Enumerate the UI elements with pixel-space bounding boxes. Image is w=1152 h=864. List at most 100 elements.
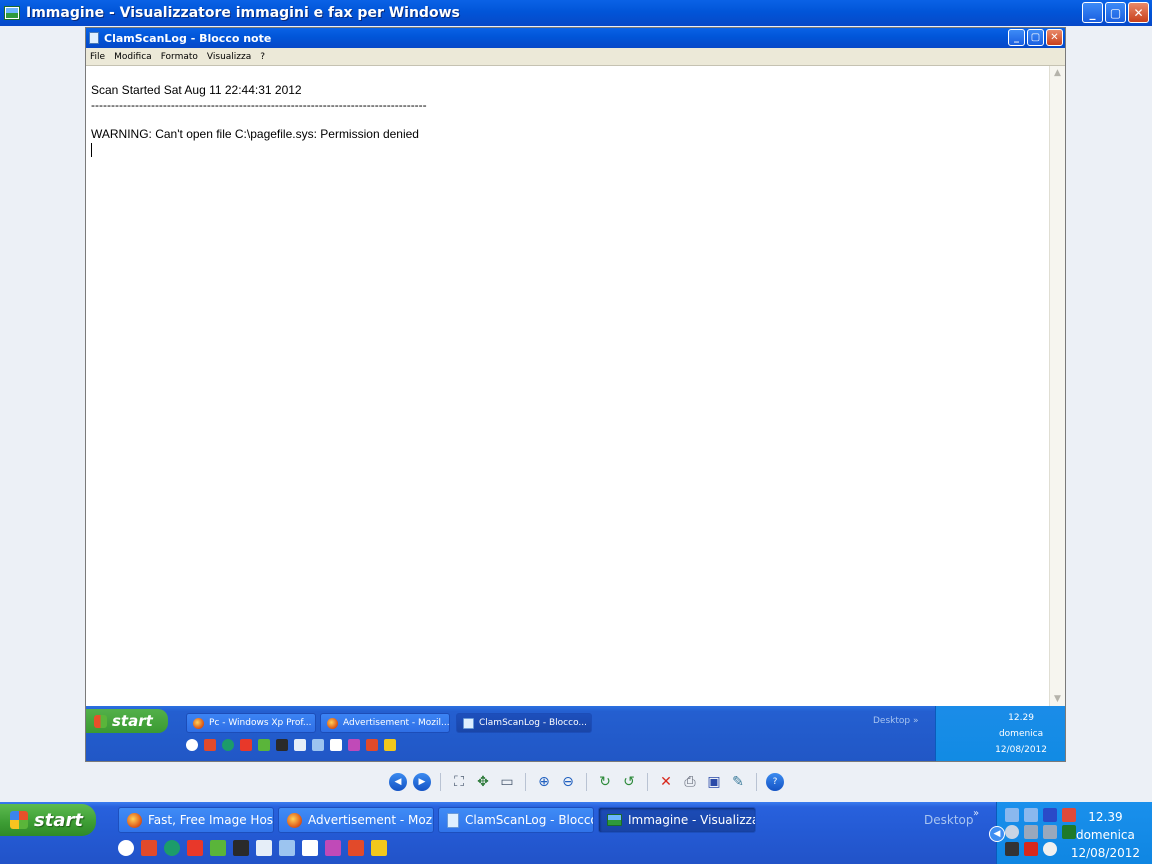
network-icon[interactable] xyxy=(1005,808,1019,822)
slideshow-button[interactable]: ▭ xyxy=(497,772,517,792)
app-icon[interactable] xyxy=(279,840,295,856)
rotate-counterclockwise-button[interactable]: ↺ xyxy=(619,772,639,792)
best-fit-button[interactable]: ⛶ xyxy=(449,772,469,792)
notepad-icon xyxy=(447,812,459,828)
image-viewer-app-icon[interactable] xyxy=(4,6,20,20)
actual-size-button[interactable]: ✥ xyxy=(473,772,493,792)
app-icon[interactable] xyxy=(141,840,157,856)
app-icon[interactable] xyxy=(210,840,226,856)
inner-start-button: start xyxy=(86,709,168,733)
firefox-icon xyxy=(193,717,204,729)
zoom-out-icon: ⊖ xyxy=(562,774,574,790)
firefox-icon xyxy=(287,812,302,828)
key-icon[interactable] xyxy=(371,840,387,856)
settings-icon[interactable] xyxy=(1005,825,1019,839)
system-tray: ◀ 12.39 domenica 12/08/2012 xyxy=(989,802,1152,864)
save-icon: ▣ xyxy=(707,774,721,790)
document-icon[interactable] xyxy=(302,840,318,856)
globe-icon[interactable] xyxy=(164,840,180,856)
inner-system-tray: 12.29 domenica 12/08/2012 xyxy=(935,706,1065,761)
inner-start-label: start xyxy=(112,712,153,730)
minimize-button[interactable]: _ xyxy=(1082,2,1103,23)
viewer-window-controls: _ ▢ ✕ xyxy=(1082,2,1149,23)
app-icon xyxy=(276,739,288,751)
clock-time: 12.39 xyxy=(1088,810,1123,824)
inner-taskbar: start Pc - Windows Xp Prof... Advertisem… xyxy=(86,706,1065,761)
edit-button[interactable]: ✎ xyxy=(728,772,748,792)
close-button[interactable]: ✕ xyxy=(1128,2,1149,23)
rotate-clockwise-button[interactable]: ↻ xyxy=(595,772,615,792)
actual-size-icon: ✥ xyxy=(477,774,489,790)
notepad-menu-bar: File Modifica Formato Visualizza ? xyxy=(86,48,1065,66)
previous-image-icon: ◀ xyxy=(389,773,407,791)
notepad-icon xyxy=(463,717,474,729)
globe-icon xyxy=(222,739,234,751)
log-line-separator: ----------------------------------------… xyxy=(91,98,427,112)
image-viewer-icon xyxy=(607,814,622,826)
tray-icons xyxy=(1005,808,1078,856)
app-icon[interactable] xyxy=(348,840,364,856)
desktop-toolbar-label[interactable]: Desktop xyxy=(924,813,974,827)
app-icon xyxy=(204,739,216,751)
app-icon[interactable] xyxy=(1005,842,1019,856)
previous-image-button[interactable]: ◀ xyxy=(388,772,408,792)
zoom-out-button[interactable]: ⊖ xyxy=(558,772,578,792)
menu-help: ? xyxy=(260,51,266,62)
taskbar-item-label: Fast, Free Image Hos... xyxy=(148,813,274,827)
notepad-restore-icon: ▢ xyxy=(1027,29,1044,46)
delete-button[interactable]: ✕ xyxy=(656,772,676,792)
app-icon[interactable] xyxy=(1043,825,1057,839)
print-button[interactable]: ⎙ xyxy=(680,772,700,792)
save-button[interactable]: ▣ xyxy=(704,772,724,792)
app-icon xyxy=(348,739,360,751)
taskbar-item-label: ClamScanLog - Blocco... xyxy=(465,813,593,827)
taskbar-item-image-hosting[interactable]: Fast, Free Image Hos... xyxy=(118,807,274,833)
viewer-title-bar[interactable]: Immagine - Visualizzatore immagini e fax… xyxy=(0,0,1152,26)
firefox-icon xyxy=(127,812,142,828)
next-image-button[interactable]: ▶ xyxy=(412,772,432,792)
inner-clock: 12.29 domenica 12/08/2012 xyxy=(995,710,1047,758)
app-icon[interactable] xyxy=(1043,842,1057,856)
clock[interactable]: 12.39 domenica 12/08/2012 xyxy=(1071,808,1140,862)
displayed-image: ClamScanLog - Blocco note _ ▢ ✕ File Mod… xyxy=(85,27,1066,762)
app-icon[interactable] xyxy=(325,840,341,856)
start-label: start xyxy=(34,809,83,831)
bluetooth-icon[interactable] xyxy=(1043,808,1057,822)
toolbar-separator xyxy=(647,773,648,791)
help-icon[interactable] xyxy=(118,840,134,856)
taskbar-item-image-viewer[interactable]: Immagine - Visualizza... xyxy=(598,807,756,833)
app-icon[interactable] xyxy=(1024,842,1038,856)
chevron-icon[interactable]: » xyxy=(973,808,979,819)
taskbar-item-label: Advertisement - Mozil... xyxy=(308,813,434,827)
download-icon[interactable] xyxy=(1024,825,1038,839)
document-icon xyxy=(294,739,306,751)
show-hidden-icons-button[interactable]: ◀ xyxy=(989,826,1005,842)
toolbar-separator xyxy=(440,773,441,791)
toolbar-separator xyxy=(586,773,587,791)
document-icon[interactable] xyxy=(256,840,272,856)
delete-icon: ✕ xyxy=(660,774,672,790)
app-icon xyxy=(366,739,378,751)
app-icon[interactable] xyxy=(187,840,203,856)
windows-flag-icon xyxy=(10,811,28,829)
scroll-down-icon: ▼ xyxy=(1054,694,1061,704)
inner-clock-date: 12/08/2012 xyxy=(995,745,1047,755)
restore-button[interactable]: ▢ xyxy=(1105,2,1126,23)
start-button[interactable]: start xyxy=(0,804,96,836)
help-icon: ? xyxy=(766,773,784,791)
app-icon[interactable] xyxy=(233,840,249,856)
quick-launch-bar xyxy=(118,840,387,856)
print-icon: ⎙ xyxy=(684,774,696,790)
viewer-toolbar: ◀ ▶ ⛶ ✥ ▭ ⊕ ⊖ ↻ ↺ ✕ ⎙ ▣ ✎ ? xyxy=(388,770,785,794)
clock-day: domenica xyxy=(1075,828,1135,842)
help-button[interactable]: ? xyxy=(765,772,785,792)
app-icon xyxy=(240,739,252,751)
zoom-in-button[interactable]: ⊕ xyxy=(534,772,554,792)
scroll-up-icon: ▲ xyxy=(1054,68,1061,78)
menu-modifica: Modifica xyxy=(114,51,152,62)
taskbar-item-advertisement[interactable]: Advertisement - Mozil... xyxy=(278,807,434,833)
zoom-in-icon: ⊕ xyxy=(538,774,550,790)
taskbar-item-clamscanlog[interactable]: ClamScanLog - Blocco... xyxy=(438,807,594,833)
network-icon[interactable] xyxy=(1024,808,1038,822)
menu-visualizza: Visualizza xyxy=(206,51,252,62)
